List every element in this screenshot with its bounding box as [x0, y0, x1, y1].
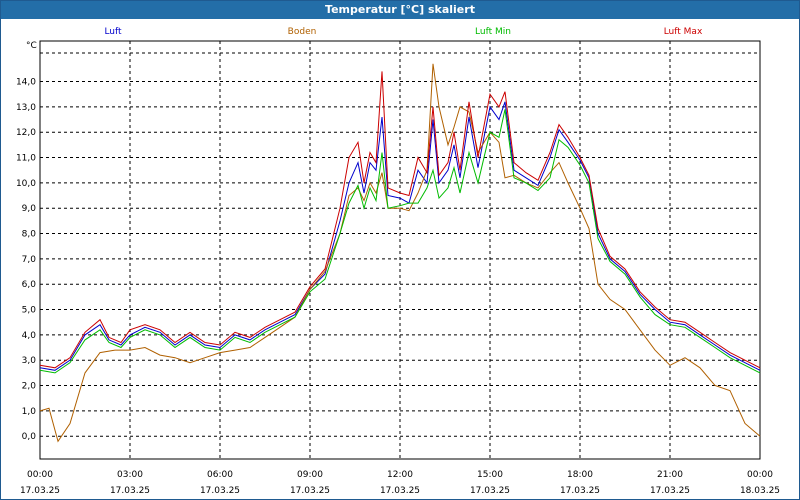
y-tick-label: 14,0 — [16, 78, 36, 88]
y-unit-label: °C — [26, 41, 37, 51]
x-tick-time: 12:00 — [387, 470, 413, 480]
x-axis-ticks: 00:00 17.03.25 03:00 17.03.25 06:00 17.03.25 0… — [20, 470, 780, 496]
x-tick-date: 17.03.25 — [650, 486, 690, 496]
x-tick-time: 03:00 — [117, 470, 143, 480]
legend-item-luft-min: Luft Min — [475, 27, 511, 37]
y-axis-ticks: 14,0 13,0 12,0 11,0 10,0 9,0 8,0 7,0 6,0 5,0 4,0 3,… — [16, 78, 36, 443]
y-tick-label: 7,0 — [22, 255, 37, 265]
y-tick-label: 13,0 — [16, 103, 36, 113]
legend: Luft Boden Luft Min Luft Max — [104, 27, 703, 37]
x-tick-date: 17.03.25 — [20, 486, 60, 496]
y-tick-label: 6,0 — [22, 280, 37, 290]
x-tick-date: 17.03.25 — [110, 486, 150, 496]
y-tick-label: 11,0 — [16, 154, 36, 164]
x-tick-time: 00:00 — [747, 470, 773, 480]
x-tick-time: 15:00 — [477, 470, 503, 480]
legend-item-luft: Luft — [104, 27, 122, 37]
y-tick-label: 12,0 — [16, 128, 36, 138]
y-tick-label: 4,0 — [22, 331, 37, 341]
y-tick-label: 3,0 — [22, 356, 37, 366]
x-tick-date: 17.03.25 — [290, 486, 330, 496]
x-tick-time: 06:00 — [207, 470, 233, 480]
y-tick-label: 0,0 — [22, 432, 37, 442]
y-tick-label: 1,0 — [22, 407, 37, 417]
x-tick-date: 17.03.25 — [200, 486, 240, 496]
x-tick-date: 18.03.25 — [740, 486, 780, 496]
x-tick-time: 00:00 — [27, 470, 53, 480]
x-tick-date: 17.03.25 — [380, 486, 420, 496]
legend-item-boden: Boden — [288, 27, 317, 37]
x-tick-date: 17.03.25 — [560, 486, 600, 496]
x-tick-time: 09:00 — [297, 470, 323, 480]
y-tick-label: 9,0 — [22, 204, 37, 214]
y-tick-label: 2,0 — [22, 382, 37, 392]
y-tick-label: 8,0 — [22, 230, 37, 240]
legend-item-luft-max: Luft Max — [664, 27, 703, 37]
x-tick-time: 18:00 — [567, 470, 593, 480]
x-tick-time: 21:00 — [657, 470, 683, 480]
temperature-chart: 14,0 13,0 12,0 11,0 10,0 9,0 8,0 7,0 6,0 5,0 4,0 3,… — [16, 27, 780, 496]
x-tick-date: 17.03.25 — [470, 486, 510, 496]
y-tick-label: 10,0 — [16, 179, 36, 189]
y-tick-label: 5,0 — [22, 306, 37, 316]
